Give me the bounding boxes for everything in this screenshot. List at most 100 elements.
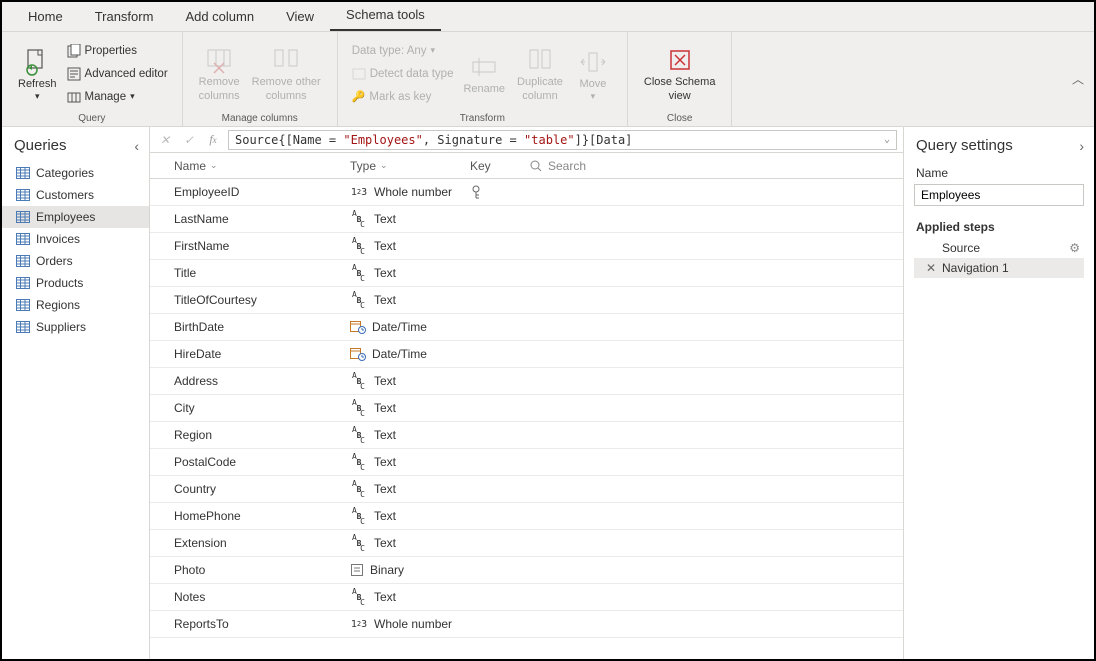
- field-name: ReportsTo: [150, 617, 350, 631]
- schema-row[interactable]: BirthDateDate/Time: [150, 314, 903, 341]
- delete-step-icon[interactable]: ✕: [926, 261, 936, 275]
- group-label-close: Close: [638, 109, 722, 124]
- collapse-ribbon-button[interactable]: ︿: [1072, 71, 1084, 88]
- field-name: Notes: [150, 590, 350, 604]
- cancel-formula-button[interactable]: ✕: [156, 133, 174, 147]
- schema-row[interactable]: PostalCodeBText: [150, 449, 903, 476]
- remove-other-columns-button[interactable]: Remove other columns: [246, 42, 327, 104]
- applied-step[interactable]: Source⚙: [914, 238, 1084, 258]
- query-item-categories[interactable]: Categories: [2, 162, 149, 184]
- query-item-suppliers[interactable]: Suppliers: [2, 316, 149, 338]
- chevron-down-icon: ▾: [35, 91, 40, 102]
- tab-view[interactable]: View: [270, 2, 330, 31]
- table-icon: [16, 255, 30, 267]
- key-icon: 🔑: [352, 90, 366, 103]
- advanced-editor-button[interactable]: Advanced editor: [67, 64, 168, 84]
- duplicate-icon: [527, 47, 553, 73]
- schema-row[interactable]: HomePhoneBText: [150, 503, 903, 530]
- ribbon-group-transform: Data type: Any ▾ Detect data type 🔑 Mark…: [338, 32, 628, 126]
- schema-row[interactable]: ReportsTo123Whole number: [150, 611, 903, 638]
- text-type-icon: B: [350, 292, 368, 308]
- tab-schema-tools[interactable]: Schema tools: [330, 0, 441, 31]
- detect-data-type-button[interactable]: Detect data type: [352, 64, 454, 84]
- schema-row[interactable]: TitleOfCourtesyBText: [150, 287, 903, 314]
- query-item-customers[interactable]: Customers: [2, 184, 149, 206]
- field-type: Date/Time: [350, 320, 470, 334]
- properties-button[interactable]: Properties: [67, 41, 168, 61]
- col-header-type[interactable]: Type⌄: [350, 159, 470, 173]
- fx-icon: fx: [204, 132, 222, 147]
- ribbon-tabs: Home Transform Add column View Schema to…: [2, 2, 1094, 32]
- field-type: 123Whole number: [350, 616, 470, 632]
- binary-type-icon: [350, 563, 364, 577]
- field-name: FirstName: [150, 239, 350, 253]
- schema-row[interactable]: RegionBText: [150, 422, 903, 449]
- commit-formula-button[interactable]: ✓: [180, 133, 198, 147]
- query-item-orders[interactable]: Orders: [2, 250, 149, 272]
- field-type: BText: [350, 400, 470, 416]
- field-name: Photo: [150, 563, 350, 577]
- query-label: Orders: [36, 254, 73, 268]
- schema-row[interactable]: FirstNameBText: [150, 233, 903, 260]
- query-name-input[interactable]: [914, 184, 1084, 206]
- datetime-type-icon: [350, 347, 366, 361]
- schema-row[interactable]: CountryBText: [150, 476, 903, 503]
- move-button[interactable]: Move ▾: [569, 44, 617, 104]
- schema-row[interactable]: LastNameBText: [150, 206, 903, 233]
- field-type: BText: [350, 238, 470, 254]
- query-item-regions[interactable]: Regions: [2, 294, 149, 316]
- tab-add-column[interactable]: Add column: [169, 2, 270, 31]
- text-type-icon: B: [350, 400, 368, 416]
- col-header-name[interactable]: Name⌄: [150, 159, 350, 173]
- query-label: Employees: [36, 210, 95, 224]
- ribbon-group-query: Refresh ▾ Properties Advanced editor Man…: [2, 32, 183, 126]
- collapse-queries-button[interactable]: ‹: [134, 138, 139, 154]
- schema-row[interactable]: AddressBText: [150, 368, 903, 395]
- query-item-invoices[interactable]: Invoices: [2, 228, 149, 250]
- detect-data-type-label: Detect data type: [370, 68, 454, 80]
- number-type-icon: 123: [350, 616, 368, 632]
- tab-transform[interactable]: Transform: [79, 2, 170, 31]
- chevron-down-icon: ▾: [130, 91, 135, 102]
- refresh-button[interactable]: Refresh ▾: [12, 44, 63, 104]
- formula-input[interactable]: Source{[Name = "Employees", Signature = …: [228, 130, 897, 150]
- query-item-products[interactable]: Products: [2, 272, 149, 294]
- schema-row[interactable]: CityBText: [150, 395, 903, 422]
- schema-row[interactable]: PhotoBinary: [150, 557, 903, 584]
- gear-icon[interactable]: ⚙: [1069, 241, 1080, 255]
- rename-icon: [471, 56, 497, 78]
- schema-row[interactable]: ExtensionBText: [150, 530, 903, 557]
- text-type-icon: B: [350, 265, 368, 281]
- properties-label: Properties: [85, 45, 137, 57]
- applied-steps-header: Applied steps: [916, 220, 1084, 234]
- manage-button[interactable]: Manage ▾: [67, 87, 168, 107]
- rename-button[interactable]: Rename: [457, 49, 511, 98]
- close-schema-view-button[interactable]: Close Schema view: [638, 42, 722, 104]
- duplicate-column-label: Duplicate column: [517, 76, 563, 102]
- collapse-settings-button[interactable]: ›: [1079, 138, 1084, 154]
- schema-row[interactable]: HireDateDate/Time: [150, 341, 903, 368]
- field-name: EmployeeID: [150, 185, 350, 199]
- table-icon: [16, 211, 30, 223]
- queries-title: Queries: [14, 137, 67, 154]
- table-icon: [16, 299, 30, 311]
- remove-columns-button[interactable]: Remove columns: [193, 42, 246, 104]
- field-type: Binary: [350, 563, 470, 577]
- tab-home[interactable]: Home: [12, 2, 79, 31]
- mark-as-key-button[interactable]: 🔑 Mark as key: [352, 87, 454, 107]
- field-name: Country: [150, 482, 350, 496]
- query-item-employees[interactable]: Employees: [2, 206, 149, 228]
- schema-row[interactable]: NotesBText: [150, 584, 903, 611]
- schema-search[interactable]: Search: [530, 159, 903, 173]
- applied-step[interactable]: ✕Navigation 1: [914, 258, 1084, 278]
- refresh-label: Refresh: [18, 78, 57, 91]
- schema-row[interactable]: EmployeeID123Whole number: [150, 179, 903, 206]
- group-label-manage-columns: Manage columns: [193, 109, 327, 124]
- key-icon: [470, 185, 482, 199]
- data-type-button[interactable]: Data type: Any ▾: [352, 41, 454, 61]
- remove-columns-icon: [205, 46, 233, 74]
- schema-row[interactable]: TitleBText: [150, 260, 903, 287]
- duplicate-column-button[interactable]: Duplicate column: [511, 42, 569, 104]
- formula-dropdown-button[interactable]: ⌄: [884, 134, 890, 145]
- datetime-type-icon: [350, 320, 366, 334]
